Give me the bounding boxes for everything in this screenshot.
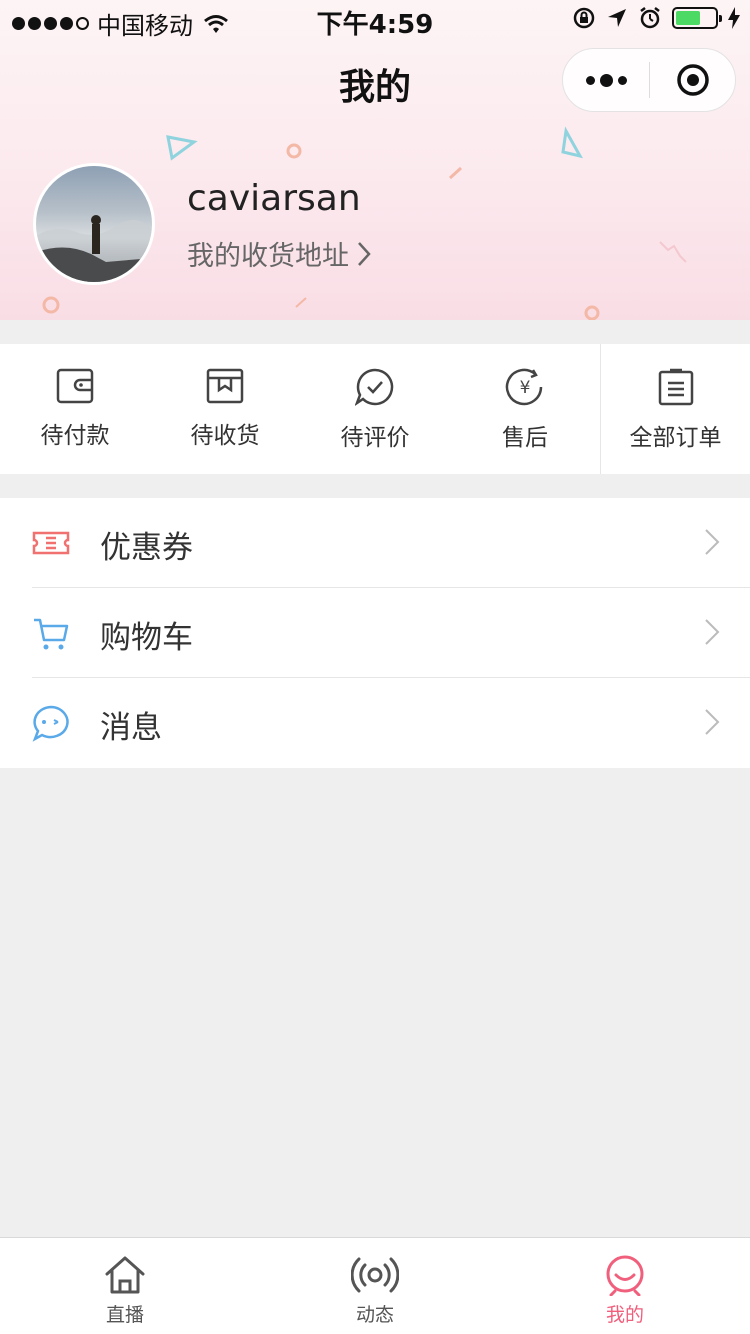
mini-program-capsule xyxy=(562,48,736,112)
order-pending-receipt[interactable]: 待收货 xyxy=(150,344,300,474)
avatar-image xyxy=(36,215,152,282)
order-pending-payment[interactable]: 待付款 xyxy=(0,344,150,474)
tab-live[interactable]: 直播 xyxy=(0,1238,250,1334)
rotation-lock-icon xyxy=(573,7,595,29)
order-label: 待付款 xyxy=(40,423,110,449)
order-pending-review[interactable]: 待评价 xyxy=(300,344,450,474)
order-all[interactable]: 全部订单 xyxy=(600,344,750,474)
bottom-tab-bar: 直播 动态 我的 xyxy=(0,1237,750,1334)
wallet-icon xyxy=(56,368,94,404)
status-bar: 中国移动 下午4:59 xyxy=(0,0,750,40)
location-arrow-icon xyxy=(608,9,626,27)
order-label: 售后 xyxy=(502,425,548,451)
shipping-address-link[interactable]: 我的收货地址 xyxy=(187,234,371,273)
smile-icon xyxy=(606,1255,644,1296)
order-status-bar: 待付款 待收货 待评价 ¥ 售后 全部订单 xyxy=(0,344,750,474)
menu-item-coupons[interactable]: 优惠券 xyxy=(0,498,750,588)
avatar[interactable] xyxy=(33,163,155,285)
broadcast-icon xyxy=(351,1257,399,1293)
order-label: 待收货 xyxy=(190,423,260,449)
order-label: 待评价 xyxy=(340,425,410,451)
svg-text:¥: ¥ xyxy=(520,378,531,398)
menu-list: 优惠券 购物车 消息 xyxy=(0,498,750,768)
tab-mine[interactable]: 我的 xyxy=(500,1238,750,1334)
shipping-address-label: 我的收货地址 xyxy=(187,241,349,272)
profile-header: 中国移动 下午4:59 我的 caviarsan 我的收货地址 xyxy=(0,0,750,320)
battery-icon xyxy=(672,7,722,29)
chevron-right-icon xyxy=(705,709,720,735)
chevron-right-icon xyxy=(705,529,720,555)
menu-item-label: 购物车 xyxy=(100,620,193,656)
target-close-icon xyxy=(676,64,709,96)
charging-bolt-icon xyxy=(728,7,740,29)
order-list-icon xyxy=(658,368,693,406)
tab-label: 我的 xyxy=(605,1304,644,1326)
menu-item-cart[interactable]: 购物车 xyxy=(0,588,750,678)
home-icon xyxy=(105,1256,145,1294)
tab-feed[interactable]: 动态 xyxy=(250,1238,500,1334)
menu-item-label: 优惠券 xyxy=(100,530,193,566)
review-icon xyxy=(355,368,394,406)
menu-item-messages[interactable]: 消息 xyxy=(0,678,750,768)
username: caviarsan xyxy=(187,178,361,219)
refund-icon: ¥ xyxy=(505,368,543,406)
chevron-right-icon xyxy=(358,241,371,266)
chevron-right-icon xyxy=(705,619,720,645)
order-label: 全部订单 xyxy=(629,425,722,451)
close-button[interactable] xyxy=(650,49,735,111)
alarm-icon xyxy=(640,7,660,29)
menu-item-label: 消息 xyxy=(100,710,162,746)
more-button[interactable] xyxy=(563,49,649,111)
cart-icon xyxy=(34,618,69,650)
order-after-sales[interactable]: ¥ 售后 xyxy=(450,344,600,474)
tab-label: 直播 xyxy=(105,1304,144,1326)
message-icon xyxy=(32,705,69,742)
package-icon xyxy=(206,368,244,404)
coupon-icon xyxy=(32,531,70,555)
tab-label: 动态 xyxy=(355,1304,394,1326)
